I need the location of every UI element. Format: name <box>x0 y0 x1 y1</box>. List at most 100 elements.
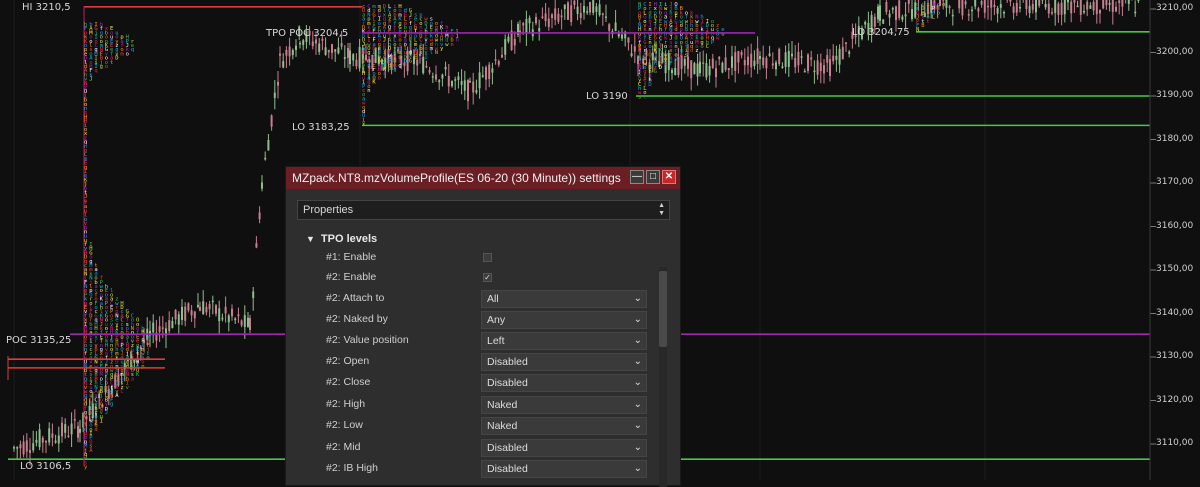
tpo-letter: I <box>100 418 103 424</box>
open-select[interactable]: Disabled ⌄ <box>481 353 647 371</box>
candle-body <box>877 6 879 19</box>
tpo-letter: t <box>926 19 929 25</box>
candle-body <box>627 38 629 43</box>
candle-body <box>267 140 269 151</box>
candle-body <box>529 18 531 23</box>
value-position-select[interactable]: Left⌄ <box>481 332 647 350</box>
candle-body <box>538 28 540 31</box>
candle-body <box>702 62 704 64</box>
candle-body <box>804 71 806 73</box>
candle-body <box>1118 0 1120 3</box>
ib-high-select[interactable]: Disabled⌄ <box>481 460 647 478</box>
candle-body <box>1019 7 1021 8</box>
candle-body <box>359 47 361 68</box>
select-value: Disabled <box>487 463 528 475</box>
tpo-letter: J <box>89 77 92 83</box>
candle-body <box>697 64 699 77</box>
naked-by-select[interactable]: Any⌄ <box>481 311 647 329</box>
tpo-letter: D <box>115 56 118 62</box>
candle-body <box>79 429 81 433</box>
candle-body <box>199 307 201 311</box>
candle-body <box>355 60 357 66</box>
chevron-down-icon: ⌄ <box>634 354 642 370</box>
tpo-letter: o <box>378 75 381 81</box>
select-value: Any <box>487 314 505 326</box>
dialog-title-bar[interactable]: MZpack.NT8.mzVolumeProfile(ES 06-20 (30 … <box>286 167 680 189</box>
candle-body <box>181 307 183 320</box>
price-tick-label: 3200,00 <box>1156 47 1193 57</box>
candle-body <box>690 60 692 78</box>
candle-body <box>1051 12 1053 14</box>
tpo-letter: b <box>404 59 407 65</box>
candle-body <box>252 291 254 298</box>
candle-body <box>32 443 34 450</box>
candle-body <box>602 13 604 15</box>
price-tick-label: 3160,00 <box>1156 221 1193 231</box>
enable-1-checkbox[interactable] <box>483 253 492 262</box>
candle-body <box>325 47 327 55</box>
lo-3190-label: LO 3190 <box>586 91 628 102</box>
properties-select-label: Properties <box>303 204 353 216</box>
candle-body <box>438 80 440 82</box>
candle-body <box>908 0 910 4</box>
candle-body <box>599 4 601 15</box>
candle-body <box>58 435 60 443</box>
maximize-icon[interactable]: □ <box>646 170 660 184</box>
candle-body <box>791 54 793 57</box>
candle-body <box>441 75 443 79</box>
candle-body <box>788 51 790 67</box>
candle-body <box>464 80 466 90</box>
tpo-letter: A <box>115 393 119 399</box>
attach-to-select[interactable]: All⌄ <box>481 290 647 308</box>
low-select[interactable]: Naked⌄ <box>481 417 647 435</box>
select-value: Disabled <box>487 356 528 368</box>
candle-body <box>184 307 186 321</box>
candle-body <box>247 318 249 327</box>
price-tick-label: 3190,00 <box>1156 90 1193 100</box>
candle-body <box>209 304 211 309</box>
tpo-letter: z <box>695 48 698 54</box>
section-tpo-levels[interactable]: ▼TPO levels <box>306 233 377 245</box>
candle-body <box>191 310 193 315</box>
candle-body <box>1009 0 1011 2</box>
high-select[interactable]: Naked⌄ <box>481 396 647 414</box>
candle-body <box>835 56 837 60</box>
properties-select[interactable]: Properties ▲▼ <box>297 200 670 220</box>
close-select[interactable]: Disabled⌄ <box>481 374 647 392</box>
candle-body <box>522 23 524 25</box>
candle-body <box>159 326 161 332</box>
mid-select[interactable]: Disabled⌄ <box>481 439 647 457</box>
candle-body <box>1025 0 1027 9</box>
price-tick-label: 3150,00 <box>1156 264 1193 274</box>
candle-body <box>728 68 730 70</box>
minimize-icon[interactable]: — <box>630 170 644 184</box>
candle-body <box>26 440 28 451</box>
candle-body <box>334 49 336 51</box>
candle-body <box>759 56 761 59</box>
candle-body <box>197 305 199 307</box>
candle-body <box>621 35 623 39</box>
enable-2-checkbox[interactable]: ✓ <box>483 273 492 282</box>
candle-body <box>577 7 579 14</box>
candle-body <box>1061 3 1063 15</box>
select-value: Disabled <box>487 442 528 454</box>
candle-body <box>1096 0 1098 14</box>
row-high: #2: High Naked⌄ <box>326 395 646 415</box>
candle-body <box>747 57 749 66</box>
candle-body <box>586 11 588 13</box>
candle-body <box>302 40 304 45</box>
candle-body <box>241 320 243 325</box>
scrollbar-thumb[interactable] <box>659 271 667 347</box>
candle-body <box>451 81 453 86</box>
candle-body <box>892 8 894 10</box>
candle-body <box>448 76 450 87</box>
candle-body <box>785 52 787 67</box>
settings-dialog: MZpack.NT8.mzVolumeProfile(ES 06-20 (30 … <box>285 166 681 486</box>
candle-body <box>942 0 944 1</box>
price-tick-label: 3130,00 <box>1156 351 1193 361</box>
candle-body <box>244 315 246 327</box>
candle-body <box>608 24 610 30</box>
tpo-letter: P <box>711 40 715 46</box>
chevron-down-icon: ⌄ <box>634 397 642 413</box>
close-icon[interactable]: ✕ <box>662 170 676 184</box>
